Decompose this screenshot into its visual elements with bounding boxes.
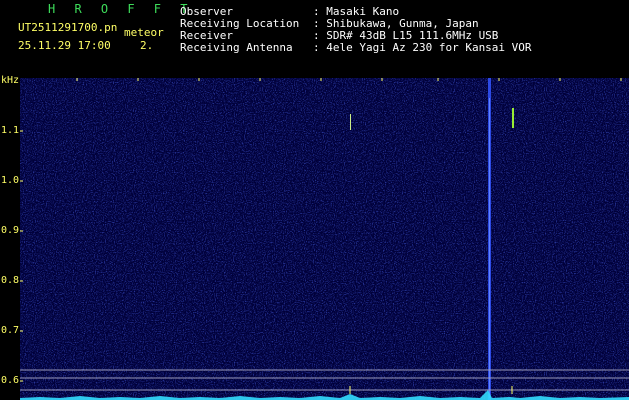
mode-label: meteor [124,26,164,39]
y-tick-label: 0.7 [1,325,20,336]
count-label: 2. [140,39,154,52]
meteor-echo [350,114,351,130]
y-tick-label: 1.0 [1,175,20,186]
y-tick-label: 1.1 [1,125,20,136]
meteor-echo [512,108,514,128]
y-tick-label: 0.9 [1,225,20,236]
carrier-trace-core [489,98,490,398]
antenna-value: : 4ele Yagi Az 230 for Kansai VOR [313,41,532,54]
app-title: H R O F F T [48,2,194,16]
file-name: UT2511291700.pn [18,21,118,34]
y-tick-label: 0.8 [1,275,20,286]
spectrogram-panel [20,78,629,400]
spectrogram-noise [20,78,629,400]
antenna-label: Receiving Antenna [180,41,293,54]
y-axis-unit: kHz [1,75,20,86]
y-tick-label: 0.6 [1,375,20,386]
date-time: 25.11.29 17:00 [18,39,111,52]
